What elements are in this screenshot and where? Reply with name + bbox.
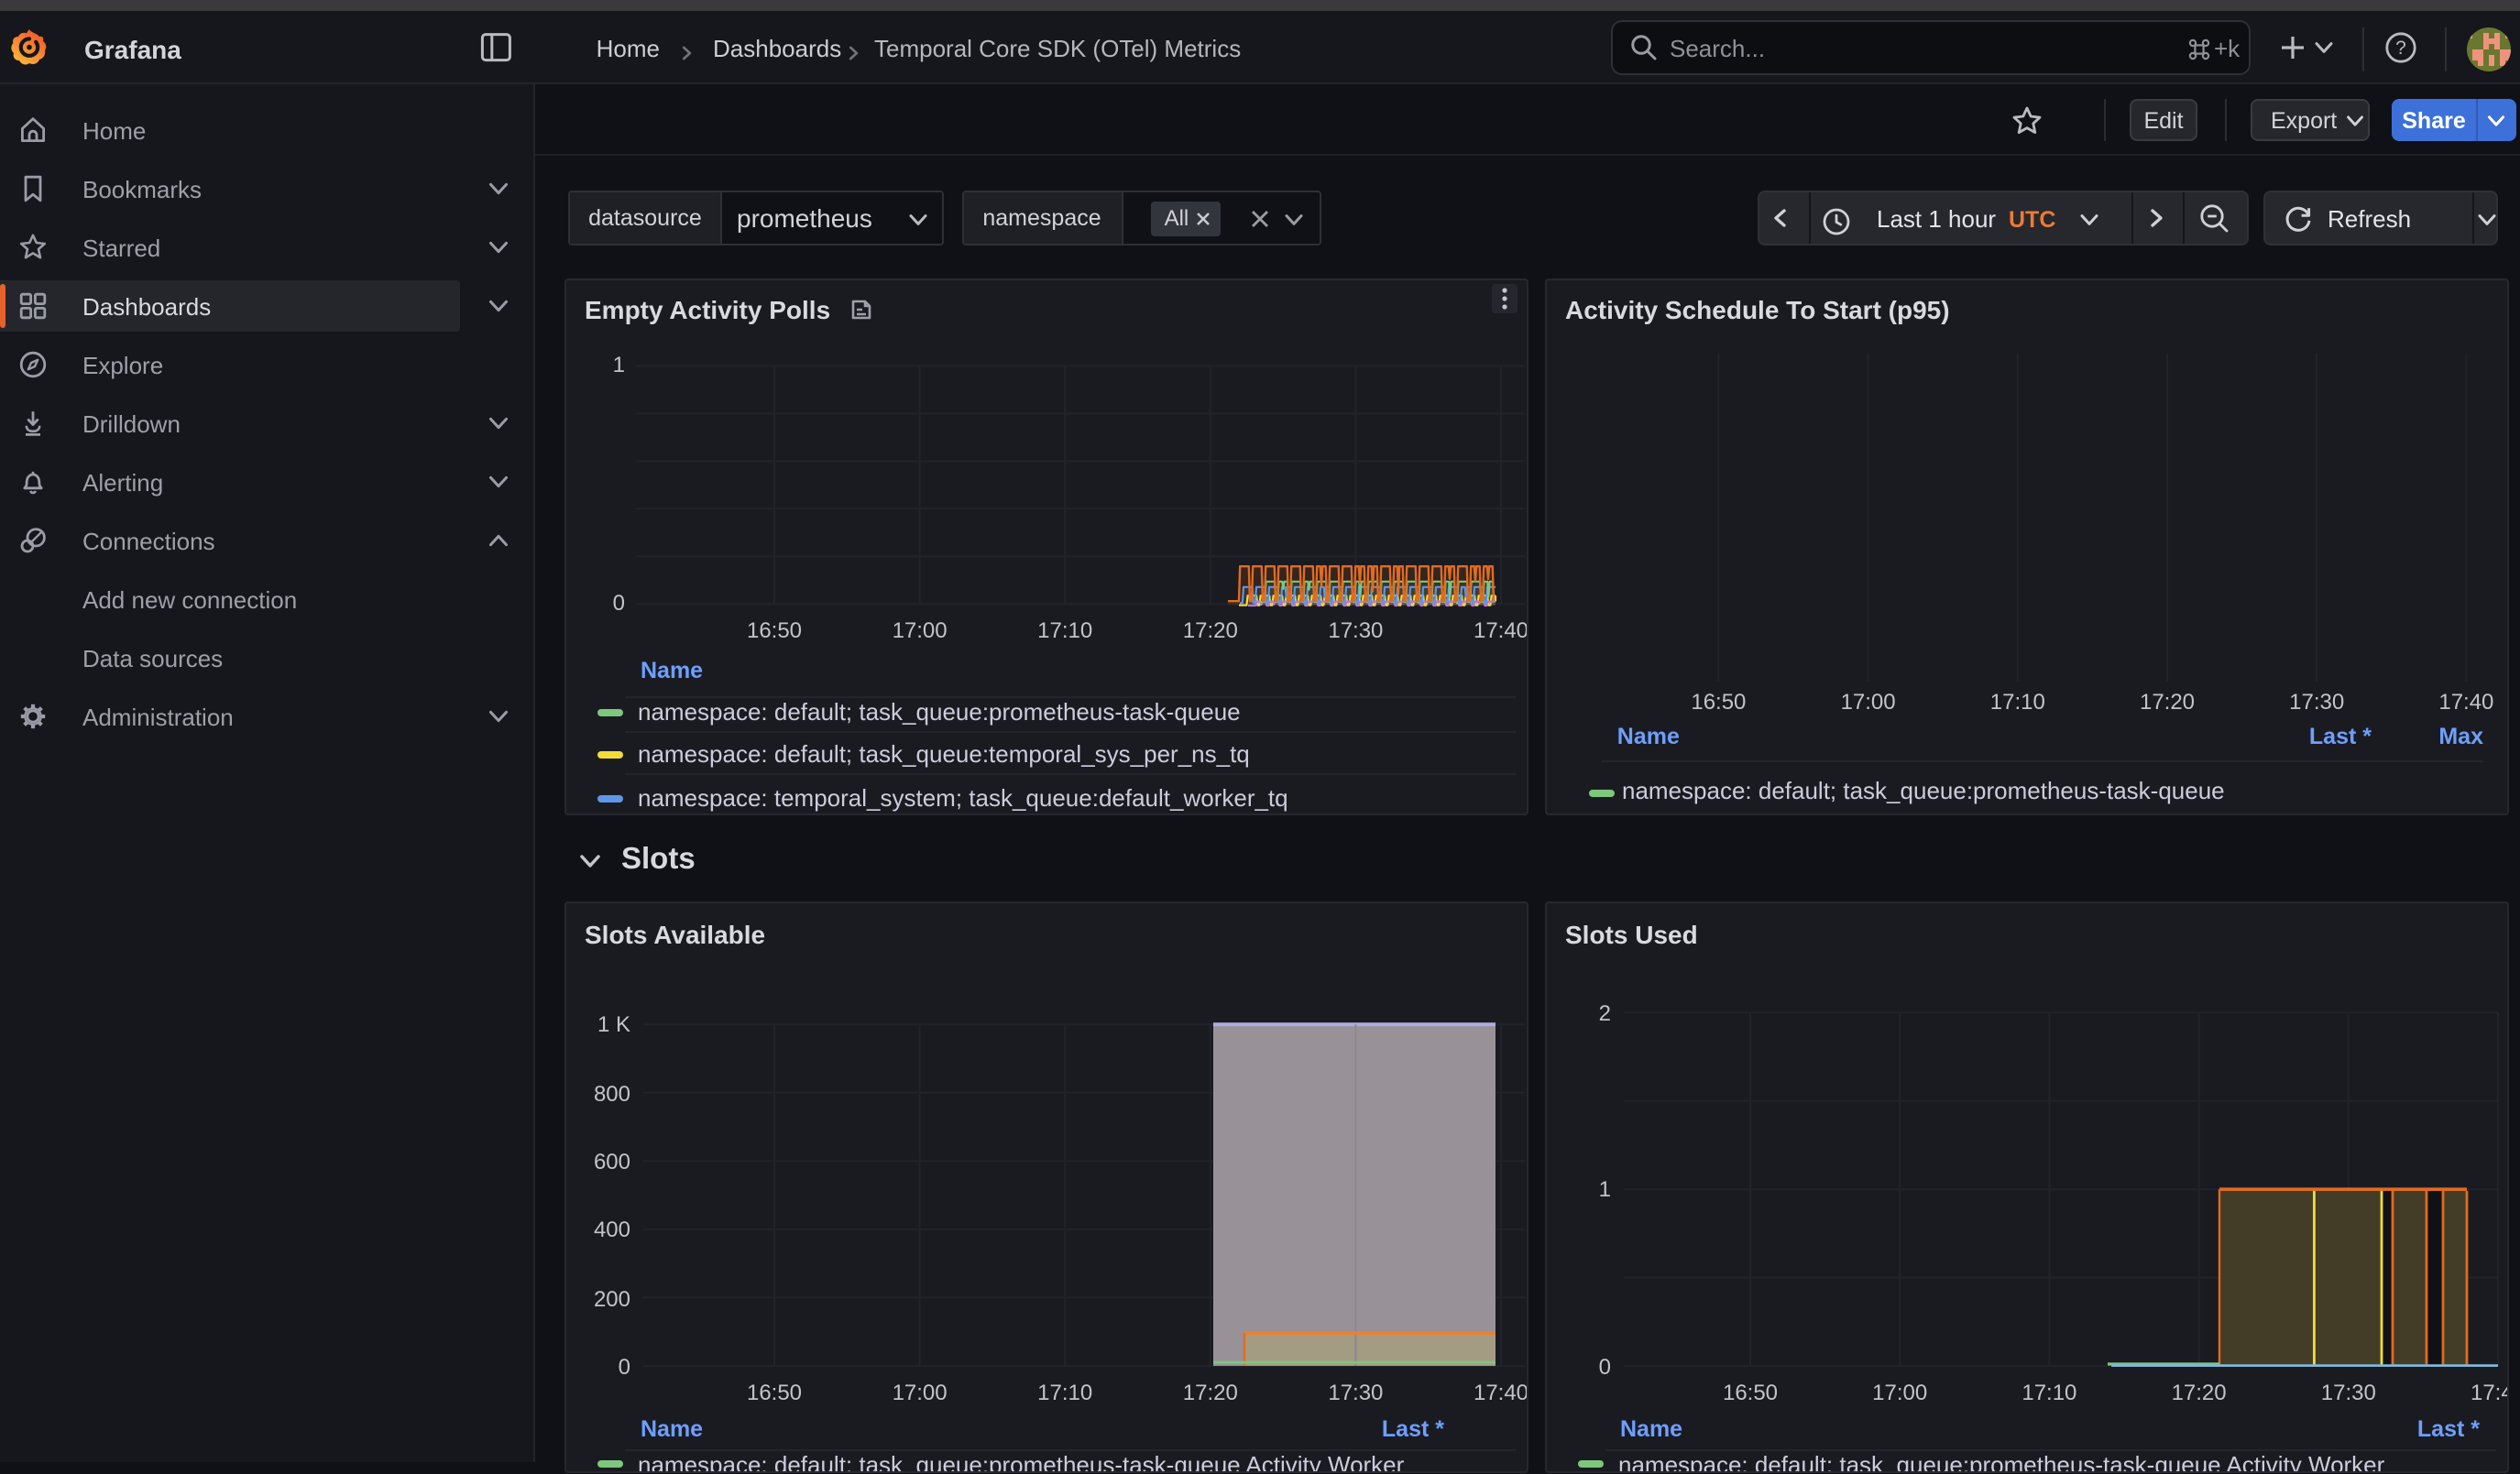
svg-text:?: ?: [2395, 38, 2406, 59]
